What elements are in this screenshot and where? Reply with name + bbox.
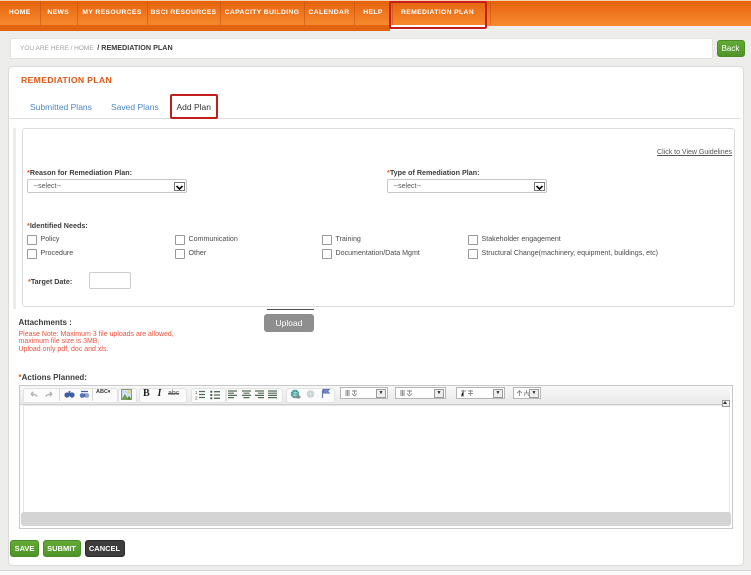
svg-text:1: 1 [195, 390, 198, 395]
svg-text:2: 2 [195, 396, 198, 401]
